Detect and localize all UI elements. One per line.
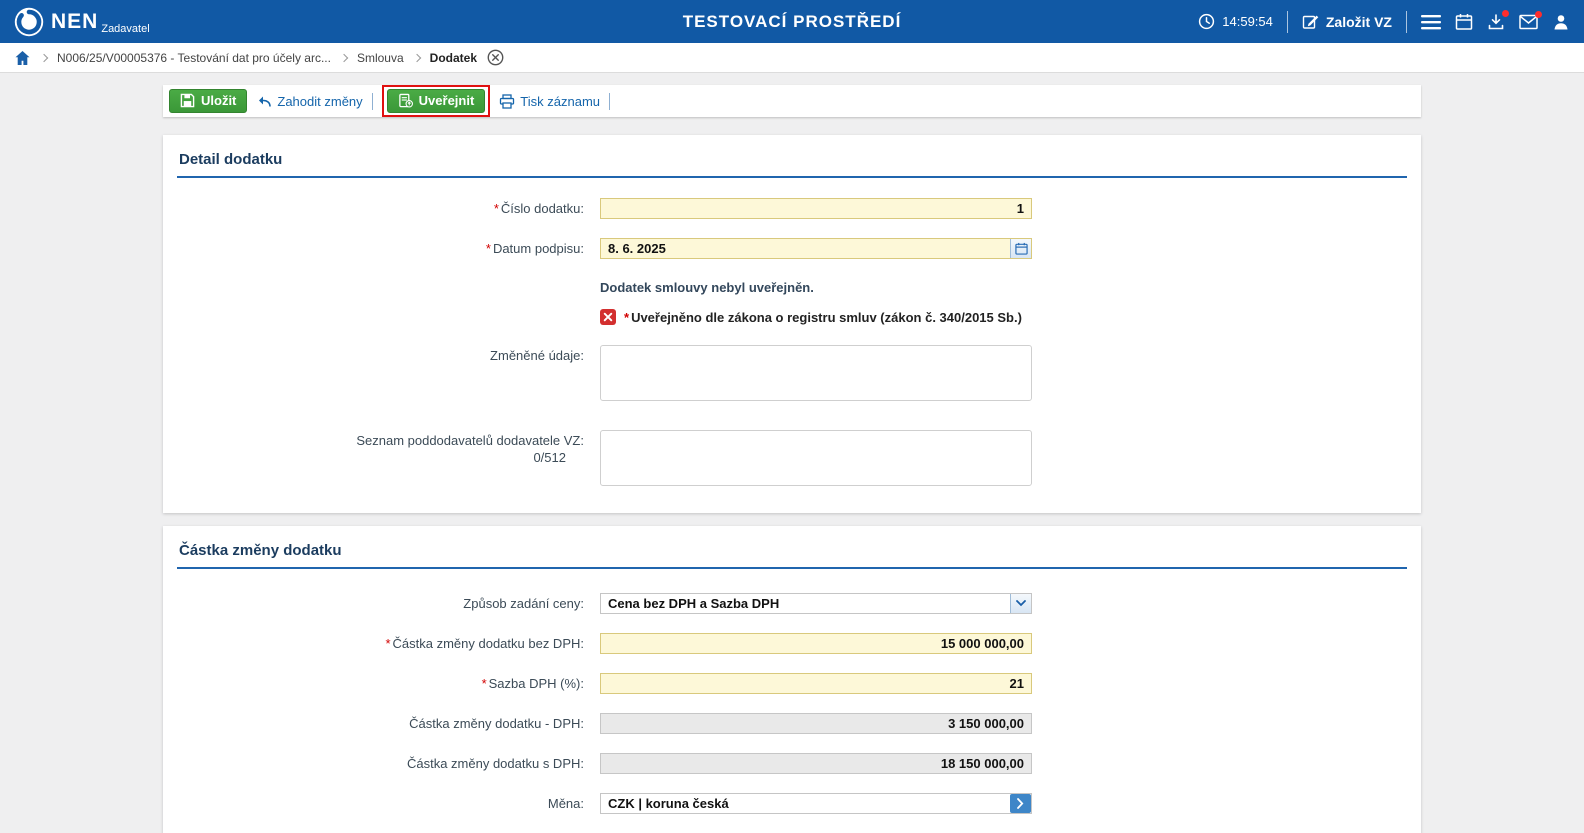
breadcrumb: N006/25/V00005376 - Testování dat pro úč… [0,43,1584,73]
sazba-dph-label: *Sazba DPH (%): [177,673,592,693]
uverejneno-label: *Uveřejněno dle zákona o registru smluv … [624,310,1022,325]
downloads-badge [1502,10,1509,17]
clock-icon [1198,13,1215,30]
breadcrumb-chevron-icon [340,53,348,61]
castka-dph-readonly [600,713,1032,734]
seznam-poddodavatelu-label: Seznam poddodavatelů dodavatele VZ: 0/51… [177,430,592,467]
zmenene-udaje-textarea[interactable] [600,345,1032,401]
uverejneno-checkbox[interactable] [600,309,616,325]
messages-badge [1535,11,1542,18]
home-icon[interactable] [14,50,31,66]
castka-bez-dph-input[interactable] [600,633,1032,654]
topbar: NEN Zadavatel TESTOVACÍ PROSTŘEDÍ 14:59:… [0,0,1584,43]
edit-icon [1302,13,1319,30]
zpusob-zadani-ceny-label: Způsob zadání ceny: [177,593,592,613]
menu-icon[interactable] [1421,14,1441,30]
zpusob-zadani-ceny-select[interactable] [600,593,1032,614]
print-record-button[interactable]: Tisk záznamu [499,94,600,109]
environment-title: TESTOVACÍ PROSTŘEDÍ [683,12,902,32]
create-vz-label: Založit VZ [1326,14,1392,30]
toolbar-divider [609,93,610,110]
brand-name: NEN [51,11,98,32]
castka-dph-label: Částka změny dodatku - DPH: [177,713,592,733]
datum-podpisu-input[interactable] [600,238,1032,259]
topbar-divider [1287,11,1288,33]
nen-logo-icon [14,7,44,37]
toolbar-divider [372,93,373,110]
publish-button[interactable]: Uveřejnit [387,89,486,113]
messages-icon[interactable] [1519,14,1538,30]
nen-logo[interactable]: NEN Zadavatel [14,7,150,37]
record-toolbar: Uložit Zahodit změny Uveřejnit Tisk zázn… [163,85,1421,117]
chevron-down-icon[interactable] [1010,594,1031,613]
sazba-dph-input[interactable] [600,673,1032,694]
save-button[interactable]: Uložit [169,89,247,113]
datum-podpisu-label: *Datum podpisu: [177,238,592,258]
topbar-divider [1406,11,1407,33]
mena-label: Měna: [177,793,592,813]
server-time: 14:59:54 [1198,13,1273,30]
user-icon[interactable] [1552,13,1570,31]
print-record-label: Tisk záznamu [520,94,600,109]
discard-changes-label: Zahodit změny [277,94,362,109]
downloads-icon[interactable] [1487,13,1505,31]
discard-changes-button[interactable]: Zahodit změny [256,94,362,109]
castka-s-dph-label: Částka změny dodatku s DPH: [177,753,592,773]
datepicker-button[interactable] [1010,239,1031,258]
breadcrumb-item-contract[interactable]: N006/25/V00005376 - Testování dat pro úč… [57,51,331,65]
required-mark: * [486,241,491,256]
save-label: Uložit [201,93,236,108]
publish-highlight-box: Uveřejnit [382,85,491,117]
publish-label: Uveřejnit [419,93,475,108]
undo-icon [256,94,272,108]
section-title: Detail dodatku [177,147,1407,178]
close-tab-icon[interactable] [487,49,504,66]
mena-input[interactable] [600,793,1032,814]
detail-dodatku-section: Detail dodatku *Číslo dodatku: *Datum po… [163,135,1421,513]
create-vz-button[interactable]: Založit VZ [1302,13,1392,30]
cislo-dodatku-input[interactable] [600,198,1032,219]
publish-icon [398,93,413,108]
time-text: 14:59:54 [1222,14,1273,29]
required-mark: * [482,676,487,691]
required-mark: * [385,636,390,651]
chevron-right-icon[interactable] [1010,794,1031,813]
breadcrumb-chevron-icon [412,53,420,61]
printer-icon [499,94,515,109]
castka-s-dph-readonly [600,753,1032,774]
breadcrumb-chevron-icon [40,53,48,61]
seznam-poddodavatelu-textarea[interactable] [600,430,1032,486]
section-title: Částka změny dodatku [177,538,1407,569]
publication-status-note: Dodatek smlouvy nebyl uveřejněn. [600,278,1032,295]
breadcrumb-item-dodatek: Dodatek [430,51,477,65]
brand-subtitle: Zadavatel [101,23,149,35]
castka-zmeny-section: Částka změny dodatku Způsob zadání ceny:… [163,526,1421,833]
required-mark: * [624,310,629,325]
char-counter: 0/512 [177,450,566,467]
save-icon [180,93,195,108]
cislo-dodatku-label: *Číslo dodatku: [177,198,592,218]
castka-bez-dph-label: *Částka změny dodatku bez DPH: [177,633,592,653]
zmenene-udaje-label: Změněné údaje: [177,345,592,365]
breadcrumb-item-smlouva[interactable]: Smlouva [357,51,404,65]
calendar-icon[interactable] [1455,13,1473,31]
required-mark: * [494,201,499,216]
